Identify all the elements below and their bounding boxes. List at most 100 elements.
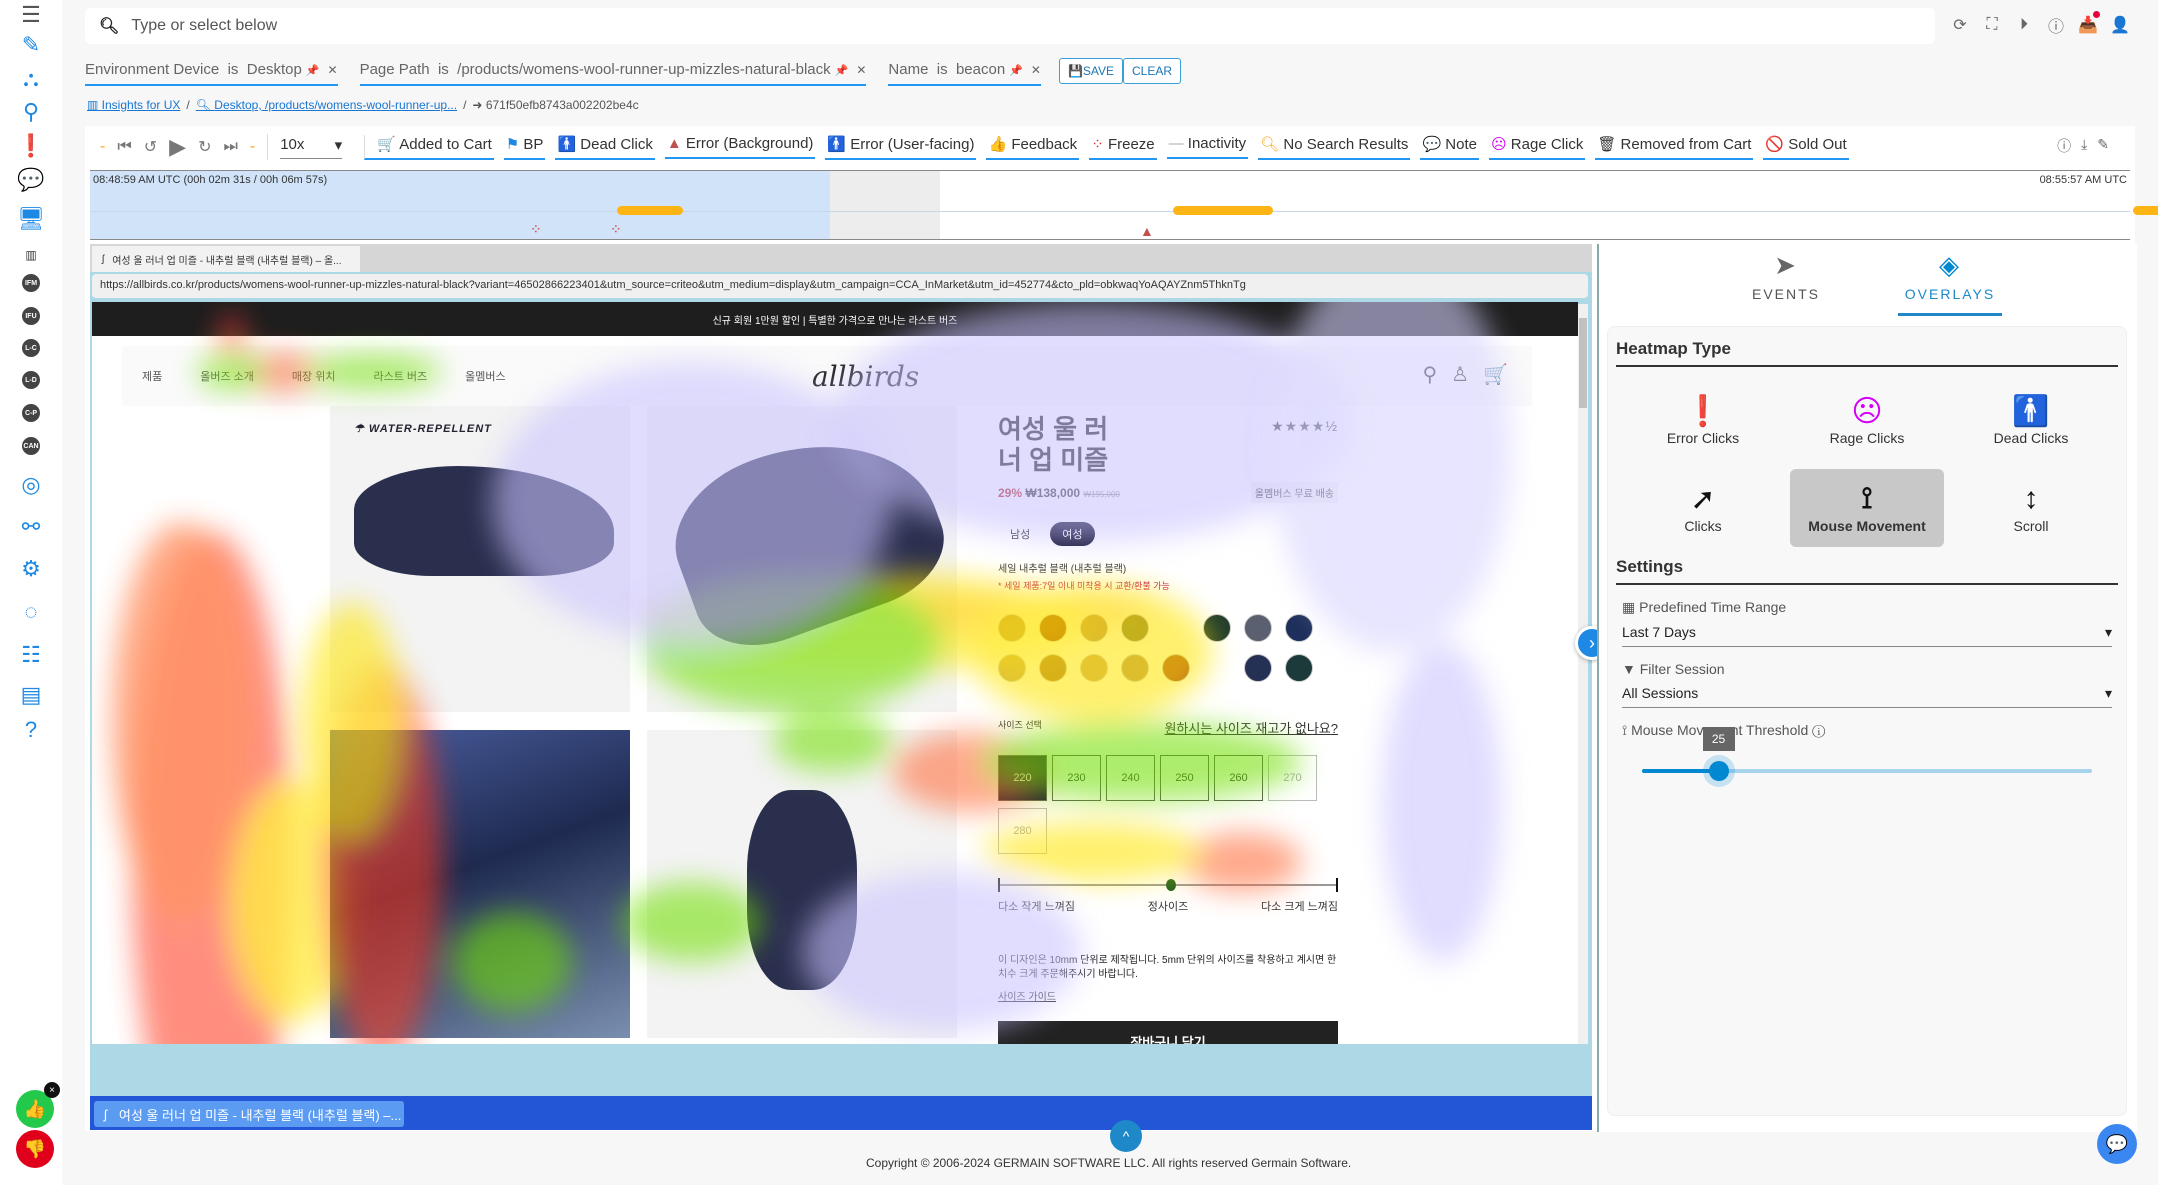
page-scrollbar[interactable] bbox=[1578, 304, 1588, 1044]
site-cart-icon[interactable]: 🛒 bbox=[1483, 362, 1508, 387]
size-stock-link[interactable]: 원하시는 사이즈 재고가 없나요? bbox=[1164, 718, 1338, 737]
event-filter-added-to-cart[interactable]: 🛒 Added to Cart bbox=[364, 134, 494, 160]
alert-icon[interactable]: ❗ bbox=[16, 131, 46, 161]
user-icon[interactable]: 👤 bbox=[2110, 14, 2130, 36]
help-icon[interactable]: ? bbox=[16, 715, 46, 745]
size-option[interactable]: 220 bbox=[998, 755, 1047, 801]
remove-filter-icon[interactable]: ✕ bbox=[328, 63, 338, 77]
clear-button[interactable]: CLEAR bbox=[1123, 58, 1182, 84]
size-option-unavailable[interactable]: 280 bbox=[998, 808, 1047, 854]
skip-end-icon[interactable]: ⏭ bbox=[223, 138, 237, 156]
color-swatch[interactable] bbox=[1285, 654, 1313, 682]
columns-icon[interactable]: ▥ bbox=[16, 240, 46, 270]
remove-filter-icon[interactable]: ✕ bbox=[1031, 63, 1041, 77]
product-image[interactable] bbox=[647, 730, 957, 1038]
site-nav-item[interactable]: 제품 bbox=[142, 368, 162, 384]
heatmap-type-rage-clicks[interactable]: ☹ Rage Clicks bbox=[1790, 381, 1944, 459]
pin-icon[interactable]: 📌 bbox=[306, 65, 320, 77]
size-option[interactable]: 260 bbox=[1214, 755, 1263, 801]
play-circle-icon[interactable]: ⏵ bbox=[2014, 14, 2034, 36]
filter-chip[interactable]: Page Path is /products/womens-wool-runne… bbox=[359, 61, 867, 86]
redo-icon[interactable]: ↻ bbox=[198, 137, 211, 157]
monitor-analytics-icon[interactable]: 🖥 bbox=[16, 204, 46, 234]
tab-events[interactable]: ➤ EVENTS bbox=[1734, 250, 1838, 316]
database-icon[interactable]: ◎ bbox=[16, 470, 46, 500]
time-range-select[interactable]: Last 7 Days ▾ bbox=[1622, 620, 2112, 647]
play-icon[interactable]: ▶ bbox=[169, 134, 186, 160]
inactivity-marker[interactable] bbox=[1173, 206, 1273, 215]
filter-session-select[interactable]: All Sessions ▾ bbox=[1622, 681, 2112, 708]
color-swatch[interactable] bbox=[1121, 654, 1149, 682]
color-swatch[interactable] bbox=[1039, 614, 1067, 642]
menu-icon[interactable]: ☰ bbox=[16, 0, 46, 30]
slider-handle[interactable] bbox=[1708, 761, 1729, 781]
save-button[interactable]: 💾SAVE bbox=[1058, 58, 1124, 84]
size-option[interactable]: 230 bbox=[1052, 755, 1101, 801]
refresh-icon[interactable]: ⟳ bbox=[1950, 14, 1970, 36]
info-icon[interactable]: ⓘ bbox=[2057, 136, 2071, 156]
freeze-marker-icon[interactable]: ⁘ bbox=[530, 221, 542, 238]
info-icon[interactable]: ⓘ bbox=[2046, 14, 2066, 36]
site-search-icon[interactable]: ⚲ bbox=[1423, 362, 1438, 387]
gender-option-men[interactable]: 남성 bbox=[998, 522, 1042, 546]
search-input[interactable]: Type or select below bbox=[131, 17, 277, 35]
heatmap-type-scroll[interactable]: ↕ Scroll bbox=[1954, 469, 2108, 547]
site-logo[interactable]: allbirds bbox=[812, 360, 919, 393]
event-filter-no-search-results[interactable]: 🔍︎ No Search Results bbox=[1258, 135, 1411, 160]
inbox-icon[interactable]: 📥 bbox=[2078, 11, 2100, 36]
event-filter-error-user-facing[interactable]: 🚹 Error (User-facing) bbox=[825, 135, 977, 160]
browser-url-bar[interactable]: https://allbirds.co.kr/products/womens-w… bbox=[92, 274, 1588, 298]
color-swatch[interactable] bbox=[998, 654, 1026, 682]
color-swatch[interactable] bbox=[998, 614, 1026, 642]
event-filter-note[interactable]: 💬 Note bbox=[1420, 135, 1479, 160]
color-swatch[interactable] bbox=[1121, 614, 1149, 642]
inactivity-marker[interactable] bbox=[617, 206, 683, 215]
color-swatch[interactable] bbox=[1080, 614, 1108, 642]
search-bar[interactable]: 🔍︎ Type or select below bbox=[85, 8, 1935, 44]
pin-icon[interactable]: 📌 bbox=[835, 65, 849, 77]
breadcrumb-query[interactable]: 🔍︎ Desktop, /products/womens-wool-runner… bbox=[196, 98, 457, 112]
color-swatch[interactable] bbox=[1080, 654, 1108, 682]
scrollbar-thumb[interactable] bbox=[1579, 318, 1587, 408]
site-nav-item[interactable]: 매장 위치 bbox=[292, 368, 336, 384]
rail-badge-lc[interactable]: L-C bbox=[16, 333, 46, 363]
site-nav-item[interactable]: 올멤버스 bbox=[465, 368, 505, 384]
rail-badge-ld[interactable]: L-D bbox=[16, 365, 46, 395]
product-image[interactable]: ☂ WATER-REPELLENT bbox=[330, 406, 630, 712]
edit-icon[interactable]: ✎ bbox=[2097, 136, 2109, 156]
download-icon[interactable]: ⤓ bbox=[2081, 136, 2087, 156]
event-filter-feedback[interactable]: 👍 Feedback bbox=[986, 135, 1080, 160]
gear-icon[interactable]: ⚙ bbox=[16, 554, 46, 584]
size-guide-link[interactable]: 사이즈 가이드 bbox=[998, 988, 1338, 1003]
pin-icon[interactable]: 📌 bbox=[1009, 65, 1023, 77]
remove-filter-icon[interactable]: ✕ bbox=[856, 63, 866, 77]
rail-badge-cp[interactable]: C-P bbox=[16, 398, 46, 428]
color-swatch[interactable] bbox=[1203, 614, 1231, 642]
product-image[interactable] bbox=[647, 406, 960, 712]
speed-select[interactable]: 10x ▾ bbox=[280, 136, 343, 159]
scroll-up-button[interactable]: ^ bbox=[1110, 1120, 1142, 1152]
info-icon[interactable]: ⓘ bbox=[1812, 722, 1825, 738]
book-icon[interactable]: ▤ bbox=[16, 680, 46, 710]
search-icon[interactable]: ⚲ bbox=[16, 97, 46, 127]
size-option-unavailable[interactable]: 270 bbox=[1268, 755, 1317, 801]
rail-badge-ifm[interactable]: IFM bbox=[16, 268, 46, 298]
color-swatch[interactable] bbox=[1285, 614, 1313, 642]
event-filter-dead-click[interactable]: 🚹 Dead Click bbox=[555, 135, 655, 160]
event-filter-inactivity[interactable]: — Inactivity bbox=[1166, 135, 1249, 159]
size-option[interactable]: 250 bbox=[1160, 755, 1209, 801]
event-filter-removed-from-cart[interactable]: 🗑 Removed from Cart bbox=[1595, 135, 1754, 160]
event-filter-sold-out[interactable]: 🚫 Sold Out bbox=[1763, 135, 1849, 160]
browser-tab[interactable]: ʃ 여성 울 러너 업 미즐 - 내추럴 블랙 (내추럴 블랙) – 올... bbox=[92, 246, 360, 272]
heatmap-type-error-clicks[interactable]: ❗ Error Clicks bbox=[1626, 381, 1780, 459]
color-swatch[interactable] bbox=[1244, 614, 1272, 642]
breadcrumb-root[interactable]: ▥ Insights for UX bbox=[87, 98, 180, 112]
chat-icon[interactable]: 💬 bbox=[16, 165, 46, 195]
timeline[interactable]: 08:48:59 AM UTC (00h 02m 31s / 00h 06m 5… bbox=[90, 170, 2158, 240]
site-nav-item[interactable]: 라스트 버즈 bbox=[373, 368, 427, 384]
inactivity-marker[interactable] bbox=[2133, 206, 2158, 215]
event-filter-rage-click[interactable]: ☹ Rage Click bbox=[1488, 135, 1586, 160]
threshold-slider[interactable]: 25 bbox=[1642, 727, 2092, 781]
filter-chip[interactable]: Environment Device is Desktop 📌 ✕ bbox=[85, 61, 338, 86]
heatmap-type-mouse-movement[interactable]: ⟟ Mouse Movement bbox=[1790, 469, 1944, 547]
